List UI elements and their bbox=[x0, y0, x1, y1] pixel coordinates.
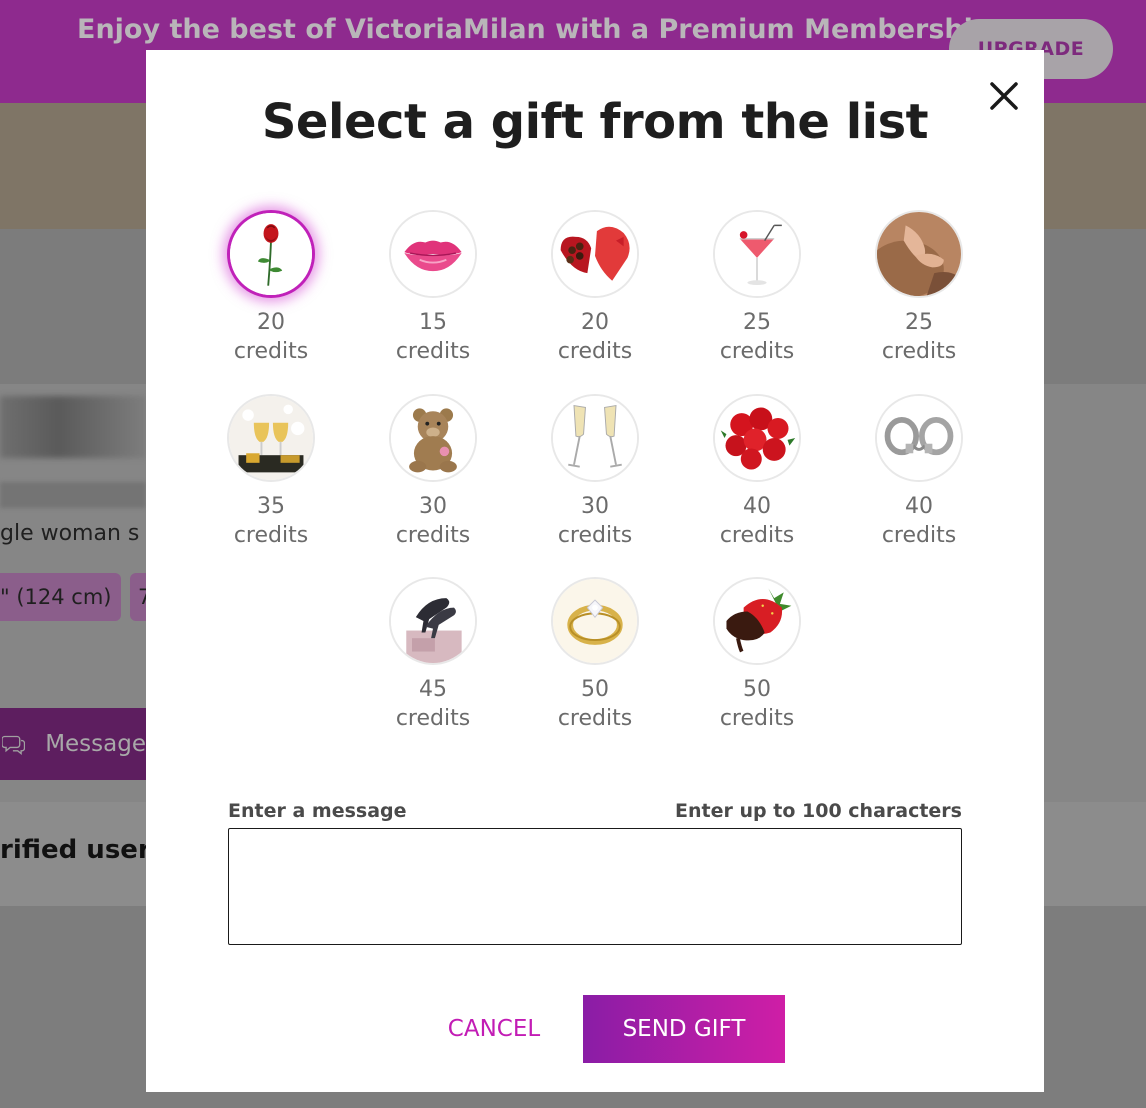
gift-option[interactable]: 30 credits bbox=[373, 394, 493, 554]
chat-bubbles-icon bbox=[2, 735, 26, 755]
gift-credits-unit: credits bbox=[233, 339, 309, 364]
profile-description: gle woman s bbox=[0, 521, 140, 546]
champagne-celebration-icon bbox=[227, 394, 315, 482]
gift-credits-amount: 25 bbox=[743, 310, 771, 335]
gift-credits-unit: credits bbox=[881, 523, 957, 548]
gift-option[interactable]: 50 credits bbox=[535, 577, 655, 737]
gift-credits-amount: 45 bbox=[419, 677, 447, 702]
diamond-ring-icon bbox=[551, 577, 639, 665]
gift-credits-amount: 50 bbox=[581, 677, 609, 702]
message-button[interactable]: Message bbox=[0, 708, 146, 780]
message-field-label: Enter a message bbox=[228, 800, 407, 822]
gift-option[interactable]: 45 credits bbox=[373, 577, 493, 737]
gift-option[interactable]: 20 credits bbox=[211, 210, 331, 370]
gift-credits-amount: 25 bbox=[905, 310, 933, 335]
gift-option[interactable]: 30 credits bbox=[535, 394, 655, 554]
gift-credits-amount: 30 bbox=[419, 494, 447, 519]
kiss-lips-icon bbox=[389, 210, 477, 298]
gift-message-input[interactable] bbox=[228, 828, 962, 945]
chocolate-box-icon bbox=[551, 210, 639, 298]
gift-option[interactable]: 20 credits bbox=[535, 210, 655, 370]
gift-option[interactable]: 25 credits bbox=[859, 210, 979, 370]
gift-credits-unit: credits bbox=[395, 339, 471, 364]
gift-option[interactable]: 35 credits bbox=[211, 394, 331, 554]
gift-credits-unit: credits bbox=[719, 706, 795, 731]
gift-option[interactable]: 15 credits bbox=[373, 210, 493, 370]
massage-icon bbox=[875, 210, 963, 298]
blurred-username bbox=[0, 396, 146, 458]
gift-credits-unit: credits bbox=[719, 339, 795, 364]
gift-credits-unit: credits bbox=[395, 706, 471, 731]
chocolate-strawberry-icon bbox=[713, 577, 801, 665]
gift-credits-amount: 20 bbox=[257, 310, 285, 335]
rose-icon bbox=[227, 210, 315, 298]
cancel-button[interactable]: CANCEL bbox=[424, 996, 564, 1062]
rose-bouquet-icon bbox=[713, 394, 801, 482]
gift-credits-unit: credits bbox=[719, 523, 795, 548]
gift-credits-unit: credits bbox=[557, 523, 633, 548]
gift-credits-unit: credits bbox=[557, 706, 633, 731]
gift-credits-amount: 40 bbox=[905, 494, 933, 519]
teddy-bear-icon bbox=[389, 394, 477, 482]
modal-title: Select a gift from the list bbox=[261, 94, 929, 150]
gift-option[interactable]: 50 credits bbox=[697, 577, 817, 737]
gift-credits-amount: 35 bbox=[257, 494, 285, 519]
gift-credits-amount: 50 bbox=[743, 677, 771, 702]
gift-modal: Select a gift from the list 20 credits 1… bbox=[146, 50, 1044, 1092]
gift-credits-amount: 20 bbox=[581, 310, 609, 335]
attribute-chip: 7 bbox=[130, 573, 146, 621]
cocktail-icon bbox=[713, 210, 801, 298]
champagne-glasses-icon bbox=[551, 394, 639, 482]
gift-option[interactable]: 25 credits bbox=[697, 210, 817, 370]
gift-option[interactable]: 40 credits bbox=[697, 394, 817, 554]
premium-banner-text: Enjoy the best of VictoriaMilan with a P… bbox=[77, 14, 993, 45]
gift-credits-unit: credits bbox=[395, 523, 471, 548]
gift-credits-amount: 40 bbox=[743, 494, 771, 519]
gift-credits-amount: 30 bbox=[581, 494, 609, 519]
high-heels-icon bbox=[389, 577, 477, 665]
message-char-limit: Enter up to 100 characters bbox=[675, 800, 962, 822]
message-button-label: Message bbox=[45, 731, 146, 757]
verified-user-label: rified user bbox=[0, 835, 151, 865]
height-chip: " (124 cm) bbox=[0, 573, 121, 621]
gift-credits-amount: 15 bbox=[419, 310, 447, 335]
gift-credits-unit: credits bbox=[557, 339, 633, 364]
send-gift-button[interactable]: SEND GIFT bbox=[583, 995, 785, 1063]
handcuffs-icon bbox=[875, 394, 963, 482]
gift-option[interactable]: 40 credits bbox=[859, 394, 979, 554]
gift-credits-unit: credits bbox=[881, 339, 957, 364]
blurred-subtitle bbox=[0, 482, 146, 508]
gift-credits-unit: credits bbox=[233, 523, 309, 548]
